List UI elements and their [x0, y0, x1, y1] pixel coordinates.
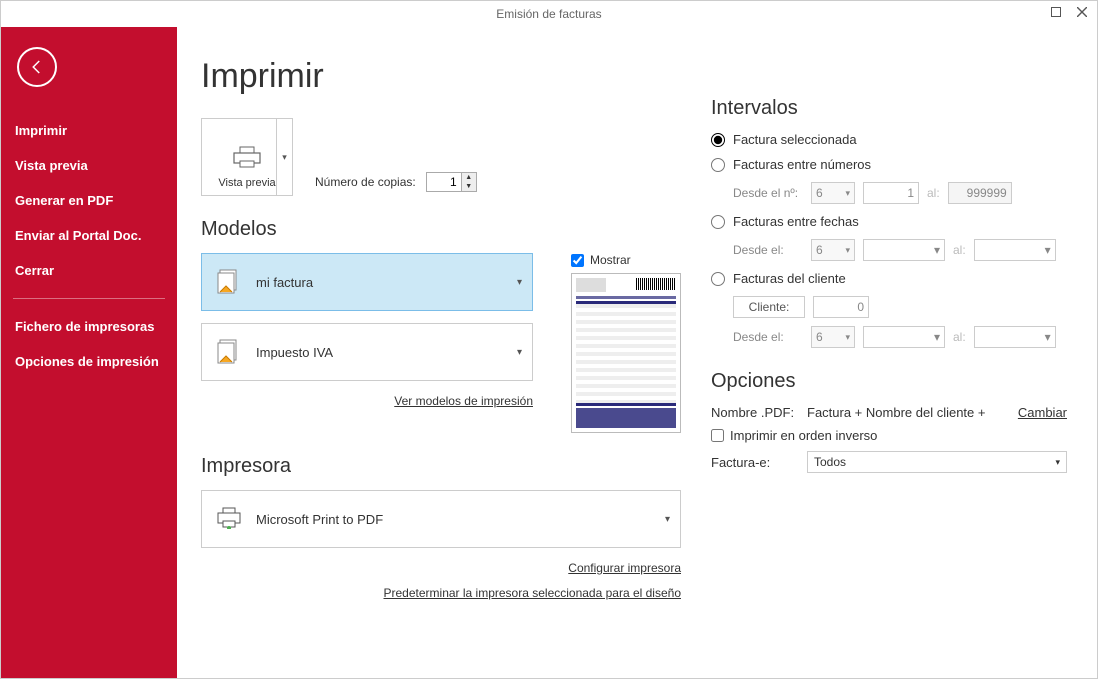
window-title: Emisión de facturas [496, 7, 601, 21]
pdf-name-value: Factura + Nombre del cliente + [807, 405, 985, 420]
copies-spinner[interactable]: ▲▼ [426, 172, 477, 192]
sidebar-separator [13, 298, 165, 299]
desde-label: Desde el: [733, 243, 803, 257]
chevron-down-icon: ▾ [845, 332, 850, 343]
document-icon [216, 338, 244, 367]
template-preview [571, 273, 681, 433]
date-to-select-2[interactable]: ▾ [974, 326, 1056, 348]
close-button[interactable] [1073, 3, 1091, 21]
sidebar-item-opciones-impresion[interactable]: Opciones de impresión [1, 344, 177, 379]
facturae-label: Factura-e: [711, 455, 797, 470]
page-title: Imprimir [201, 57, 681, 96]
model-item-impuesto-iva[interactable]: Impuesto IVA ▾ [201, 323, 533, 381]
sidebar: Imprimir Vista previa Generar en PDF Env… [1, 27, 177, 678]
serie-select[interactable]: 6▾ [811, 182, 855, 204]
mostrar-label: Mostrar [590, 253, 631, 267]
titlebar: Emisión de facturas [1, 1, 1097, 27]
sidebar-item-cerrar[interactable]: Cerrar [1, 253, 177, 288]
predeterminar-impresora-link[interactable]: Predeterminar la impresora seleccionada … [384, 586, 682, 600]
date-from-select[interactable]: ▾ [863, 239, 945, 261]
printer-icon [232, 145, 262, 169]
printer-icon [216, 507, 244, 532]
serie-select-3[interactable]: 6▾ [811, 326, 855, 348]
vista-previa-button[interactable]: Vista previa ▾ [201, 118, 293, 196]
serie-select-2[interactable]: 6▾ [811, 239, 855, 261]
model-label: mi factura [256, 275, 313, 290]
chevron-down-icon: ▾ [845, 188, 850, 199]
copies-input[interactable] [426, 172, 462, 192]
facturae-select[interactable]: Todos ▾ [807, 451, 1067, 473]
opciones-heading: Opciones [711, 370, 1067, 393]
reverse-order-row[interactable]: Imprimir en orden inverso [711, 428, 1067, 443]
mostrar-checkbox[interactable] [571, 254, 584, 267]
sidebar-item-imprimir[interactable]: Imprimir [1, 113, 177, 148]
chevron-down-icon: ▾ [1045, 330, 1051, 344]
model-label: Impuesto IVA [256, 345, 333, 360]
printer-select[interactable]: Microsoft Print to PDF ▾ [201, 490, 681, 548]
chevron-down-icon: ▾ [934, 243, 940, 257]
cambiar-link[interactable]: Cambiar [1018, 405, 1067, 420]
desde-n-label: Desde el nº: [733, 186, 803, 200]
chevron-down-icon: ▾ [665, 514, 670, 525]
chevron-down-icon: ▾ [1055, 457, 1060, 468]
window-controls [1047, 3, 1091, 21]
configurar-impresora-link[interactable]: Configurar impresora [568, 561, 681, 575]
maximize-button[interactable] [1047, 3, 1065, 21]
chevron-down-icon: ▾ [517, 347, 522, 358]
num-from-input[interactable] [863, 182, 919, 204]
spinner-up[interactable]: ▲ [462, 173, 476, 182]
sidebar-item-fichero-impresoras[interactable]: Fichero de impresoras [1, 309, 177, 344]
cliente-id-input[interactable] [813, 296, 869, 318]
date-from-select-2[interactable]: ▾ [863, 326, 945, 348]
pdf-name-label: Nombre .PDF: [711, 405, 797, 420]
vista-previa-label: Vista previa [218, 177, 275, 189]
back-button[interactable] [17, 47, 57, 87]
sidebar-item-enviar-portal[interactable]: Enviar al Portal Doc. [1, 218, 177, 253]
reverse-order-checkbox[interactable] [711, 429, 724, 442]
printer-name: Microsoft Print to PDF [256, 512, 383, 527]
radio-factura-seleccionada[interactable]: Factura seleccionada [711, 132, 1067, 147]
cliente-box[interactable]: Cliente: [733, 296, 805, 318]
radio-entre-numeros[interactable]: Facturas entre números [711, 157, 1067, 172]
ver-modelos-link[interactable]: Ver modelos de impresión [394, 394, 533, 408]
chevron-down-icon: ▾ [1045, 243, 1051, 257]
desde-label-2: Desde el: [733, 330, 803, 344]
modelos-heading: Modelos [201, 218, 681, 241]
al-label: al: [953, 243, 966, 257]
sidebar-item-vista-previa[interactable]: Vista previa [1, 148, 177, 183]
spinner-down[interactable]: ▼ [462, 182, 476, 191]
impresora-heading: Impresora [201, 455, 681, 478]
al-label: al: [927, 186, 940, 200]
copies-label: Número de copias: [315, 175, 416, 189]
chevron-down-icon: ▾ [282, 152, 287, 163]
date-to-select[interactable]: ▾ [974, 239, 1056, 261]
sidebar-item-generar-pdf[interactable]: Generar en PDF [1, 183, 177, 218]
vista-previa-dropdown[interactable]: ▾ [276, 119, 292, 195]
num-to-input[interactable] [948, 182, 1012, 204]
al-label: al: [953, 330, 966, 344]
radio-cliente[interactable]: Facturas del cliente [711, 271, 1067, 286]
model-item-mi-factura[interactable]: mi factura ▾ [201, 253, 533, 311]
document-icon [216, 268, 244, 297]
chevron-down-icon: ▾ [845, 245, 850, 256]
chevron-down-icon: ▾ [934, 330, 940, 344]
chevron-down-icon: ▾ [517, 277, 522, 288]
intervalos-heading: Intervalos [711, 97, 1067, 120]
radio-entre-fechas[interactable]: Facturas entre fechas [711, 214, 1067, 229]
mostrar-checkbox-row[interactable]: Mostrar [571, 253, 681, 267]
